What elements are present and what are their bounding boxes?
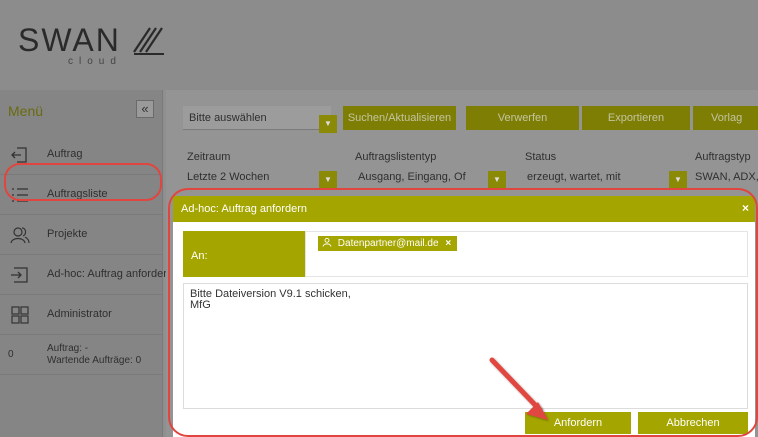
swan-logo: SWAN cloud <box>18 22 164 67</box>
dialog-titlebar: Ad-hoc: Auftrag anfordern × <box>173 196 755 222</box>
discard-button[interactable]: Verwerfen <box>466 106 579 130</box>
recipient-field[interactable]: Datenpartner@mail.de × <box>305 231 748 277</box>
sidebar-item-label: Projekte <box>47 228 88 240</box>
recipient-email: Datenpartner@mail.de <box>337 238 439 249</box>
filter-bar: Zeitraum Letzte 2 Wochen ▼ Auftragsliste… <box>166 145 758 189</box>
filter-label-zeitraum: Zeitraum <box>187 151 231 163</box>
zeitraum-dropdown-button[interactable]: ▼ <box>319 171 337 189</box>
listentyp-dropdown-button[interactable]: ▼ <box>488 171 506 189</box>
message-line: MfG <box>190 299 211 311</box>
template-select-value: Bitte auswählen <box>189 112 267 124</box>
message-line: Bitte Dateiversion V9.1 schicken, <box>190 288 351 300</box>
sidebar-item-label: Ad-hoc: Auftrag anfordern <box>47 268 173 280</box>
swan-icon <box>133 27 164 55</box>
filter-label-auftragstyp: Auftragstyp <box>695 151 751 163</box>
request-arrow-icon <box>11 267 28 283</box>
filter-label-listentyp: Auftragslistentyp <box>355 151 437 163</box>
sidebar-item-label: Administrator <box>47 308 112 320</box>
filter-label-status: Status <box>525 151 557 163</box>
status-line-waiting: Wartende Aufträge: 0 <box>47 355 142 366</box>
message-textarea[interactable]: Bitte Dateiversion V9.1 schicken, MfG <box>183 283 748 409</box>
users-icon <box>10 227 30 244</box>
sidebar-item-administrator[interactable]: Administrator <box>0 295 163 335</box>
filter-value-auftragstyp[interactable]: SWAN, ADX, <box>695 171 758 183</box>
recipient-label: An: <box>191 250 208 262</box>
export-button[interactable]: Exportieren <box>582 106 690 130</box>
user-icon <box>322 237 332 247</box>
filter-value-zeitraum[interactable]: Letzte 2 Wochen <box>187 171 269 183</box>
template-select[interactable]: Bitte auswählen <box>183 106 331 130</box>
menu-header: Menü « <box>0 90 163 130</box>
status-line-auftrag: Auftrag: - <box>47 343 89 354</box>
recipient-label-box: An: <box>183 231 305 277</box>
adhoc-request-dialog: Ad-hoc: Auftrag anfordern × An: Datenpar… <box>173 196 755 437</box>
menu-title: Menü <box>8 103 44 119</box>
close-icon[interactable]: × <box>742 201 749 215</box>
status-dropdown-button[interactable]: ▼ <box>669 171 687 189</box>
sidebar-item-adhoc[interactable]: Ad-hoc: Auftrag anfordern <box>0 255 173 295</box>
logo-text: SWAN <box>18 22 121 58</box>
sidebar-highlight-annotation <box>4 163 162 201</box>
sidebar: Menü « Auftrag Auftragsliste Projekte Ad… <box>0 90 173 437</box>
inbox-arrow-icon <box>11 147 27 163</box>
status-text: Auftrag: - Wartende Aufträge: 0 <box>47 343 141 367</box>
app-header: SWAN cloud <box>0 0 758 90</box>
cancel-button[interactable]: Abbrechen <box>638 412 748 434</box>
dialog-title: Ad-hoc: Auftrag anfordern <box>181 203 307 215</box>
search-refresh-button[interactable]: Suchen/Aktualisieren <box>343 106 456 130</box>
toolbar: Bitte auswählen ▼ Suchen/Aktualisieren V… <box>166 100 758 133</box>
collapse-menu-button[interactable]: « <box>136 100 154 118</box>
sidebar-status: 0 Auftrag: - Wartende Aufträge: 0 <box>0 335 163 375</box>
sidebar-item-label: Auftrag <box>47 148 83 160</box>
remove-recipient-icon[interactable]: × <box>445 238 451 249</box>
filter-value-status[interactable]: erzeugt, wartet, mit <box>527 171 621 183</box>
grid-icon <box>11 306 29 324</box>
recipient-chip[interactable]: Datenpartner@mail.de × <box>318 236 458 251</box>
filter-value-listentyp[interactable]: Ausgang, Eingang, Of <box>358 171 466 183</box>
pending-count: 0 <box>8 349 14 360</box>
sidebar-item-projekte[interactable]: Projekte <box>0 215 163 255</box>
template-dropdown-button[interactable]: ▼ <box>319 115 337 133</box>
request-submit-button[interactable]: Anfordern <box>525 412 631 434</box>
logo-subtext: cloud <box>68 56 122 67</box>
template-button[interactable]: Vorlag <box>693 106 758 130</box>
